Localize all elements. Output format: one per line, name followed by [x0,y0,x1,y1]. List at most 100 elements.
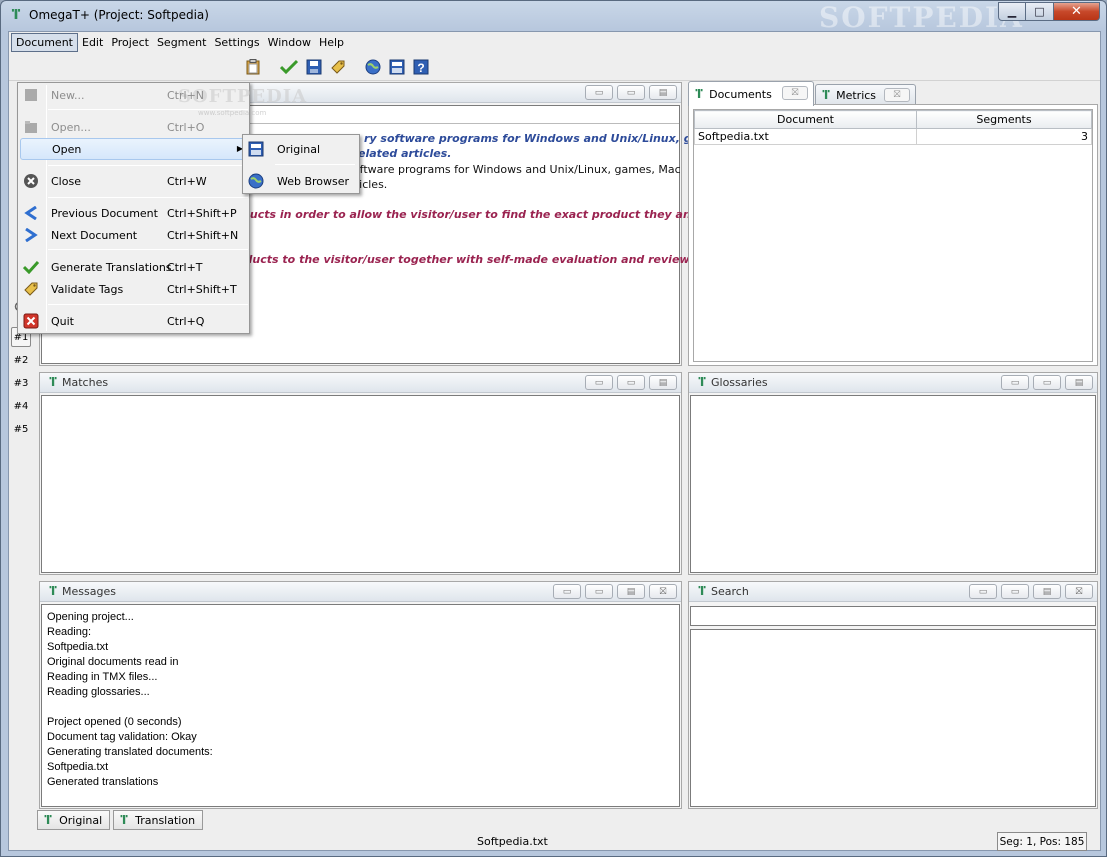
message-line: Project opened (0 seconds) [47,716,182,728]
search-close-icon[interactable]: ⛝ [1065,584,1093,599]
matches-maximize-icon[interactable]: ▤ [649,375,677,390]
submenu-item-web-browser[interactable]: Web Browser [245,168,358,194]
menu-item-validate-tags[interactable]: Validate Tags Ctrl+Shift+T [20,278,248,300]
messages-close-icon[interactable]: ⛝ [649,584,677,599]
messages-restore-icon[interactable]: ▭ [585,584,613,599]
title-bar[interactable]: ⴶ OmegaT+ (Project: Softpedia) SOFTPEDIA… [1,1,1106,34]
table-row[interactable]: Softpedia.txt 3 [694,128,1092,145]
matches-body[interactable] [41,395,680,573]
segment-marker-4[interactable]: #4 [11,396,31,416]
message-line: Softpedia.txt [47,761,109,773]
menu-help[interactable]: Help [315,34,348,51]
message-line: Opening project... [47,611,134,623]
search-maximize-icon[interactable]: ▤ [1033,584,1061,599]
tab-documents[interactable]: ⴶ Documents ⛝ [688,81,814,106]
messages-maximize-icon[interactable]: ▤ [617,584,645,599]
minimize-button[interactable]: ▁ [998,2,1026,21]
menu-item-next-document[interactable]: Next Document Ctrl+Shift+N [20,224,248,246]
omegat-tab-icon: ⴶ [822,88,831,102]
menu-bar: Document Edit Project Segment Settings W… [9,32,1100,52]
column-segments[interactable]: Segments [916,110,1092,129]
menu-segment[interactable]: Segment [153,34,211,51]
glossaries-maximize-icon[interactable]: ▤ [1065,375,1093,390]
matches-restore-icon[interactable]: ▭ [617,375,645,390]
document-cell[interactable]: Softpedia.txt [694,128,917,145]
new-icon [22,86,40,104]
editor-restore-icon[interactable]: ▭ [617,85,645,100]
search-results[interactable] [690,629,1096,807]
menu-item-previous-document[interactable]: Previous Document Ctrl+Shift+P [20,202,248,224]
web-globe-icon[interactable] [363,57,383,77]
app-window: ⴶ OmegaT+ (Project: Softpedia) SOFTPEDIA… [0,0,1107,857]
menu-edit[interactable]: Edit [78,34,107,51]
quit-icon [22,312,40,330]
metrics-tab-close-icon[interactable]: ⛝ [884,88,910,102]
message-line: Reading in TMX files... [47,671,158,683]
status-position: Seg: 1, Pos: 185 [997,832,1087,851]
editor-source-line-1[interactable]: ry software programs for Windows and Uni… [364,132,729,145]
menu-project[interactable]: Project [107,34,153,51]
menu-item-close[interactable]: Close Ctrl+W [20,170,248,192]
omegat-tab-icon: ⴶ [120,813,129,827]
close-window-button[interactable]: ✕ [1054,2,1100,21]
editor-maximize-icon[interactable]: ▤ [649,85,677,100]
save-all-icon[interactable] [387,57,407,77]
open-submenu: Original Web Browser [242,134,360,194]
tab-original[interactable]: ⴶ Original [37,810,110,830]
menu-document[interactable]: Document [11,32,78,52]
glossaries-title: Glossaries [711,376,768,389]
toolbar: ? [9,53,1100,81]
save-icon[interactable] [304,57,324,77]
segments-cell[interactable]: 3 [916,128,1092,145]
segment-marker-5[interactable]: #5 [11,419,31,439]
glossaries-minimize-icon[interactable]: ▭ [1001,375,1029,390]
tab-translation[interactable]: ⴶ Translation [113,810,203,830]
status-file-name: Softpedia.txt [477,835,548,848]
next-icon [22,226,40,244]
glossaries-body[interactable] [690,395,1096,573]
tab-metrics-label: Metrics [836,88,877,102]
editor-segment-line-4[interactable]: oducts to the visitor/user together with… [237,253,732,266]
search-pane-buttons: ▭ ▭ ▤ ⛝ [965,584,1093,599]
open-icon [22,118,40,136]
menu-item-generate-translations[interactable]: Generate Translations Ctrl+T [20,256,248,278]
menu-settings[interactable]: Settings [210,34,263,51]
menu-item-open[interactable]: Open ▶ [20,138,248,160]
paste-icon[interactable] [243,57,263,77]
search-restore-icon[interactable]: ▭ [1001,584,1029,599]
search-minimize-icon[interactable]: ▭ [969,584,997,599]
segment-marker-3[interactable]: #3 [11,373,31,393]
matches-minimize-icon[interactable]: ▭ [585,375,613,390]
menu-separator [48,304,248,305]
tag-icon [22,280,40,298]
messages-body[interactable]: Opening project... Reading: Softpedia.tx… [41,604,680,807]
message-log: Opening project... Reading: Softpedia.tx… [47,610,213,790]
messages-minimize-icon[interactable]: ▭ [553,584,581,599]
editor-minimize-icon[interactable]: ▭ [585,85,613,100]
generate-check-icon[interactable] [279,57,299,77]
column-document[interactable]: Document [694,110,917,129]
search-pane: ⴶ Search ▭ ▭ ▤ ⛝ [688,581,1098,809]
help-icon[interactable]: ? [411,57,431,77]
glossaries-pane: ⴶ Glossaries ▭ ▭ ▤ [688,372,1098,575]
menu-item-open-dialog[interactable]: Open... Ctrl+O [20,116,248,138]
editor-source-line-2[interactable]: elated articles. [358,147,451,160]
search-pane-header: ⴶ Search ▭ ▭ ▤ ⛝ [689,582,1097,602]
menu-item-quit[interactable]: Quit Ctrl+Q [20,310,248,332]
message-line: Document tag validation: Okay [47,731,197,743]
document-menu-dropdown: SOFTPEDIA www.softpedia.com New... Ctrl+… [17,82,306,334]
editor-segment-line-3[interactable]: ducts in order to allow the visitor/user… [242,208,732,221]
maximize-button[interactable]: □ [1026,2,1054,21]
submenu-item-original[interactable]: Original [245,136,358,162]
documents-tab-close-icon[interactable]: ⛝ [782,86,808,100]
validate-tag-icon[interactable] [328,57,348,77]
menu-window[interactable]: Window [264,34,315,51]
menu-item-new[interactable]: New... Ctrl+N [20,84,248,106]
tab-metrics[interactable]: ⴶ Metrics ⛝ [815,84,916,105]
glossaries-restore-icon[interactable]: ▭ [1033,375,1061,390]
matches-pane-header: ⴶ Matches ▭ ▭ ▤ [40,373,681,393]
segment-marker-2[interactable]: #2 [11,350,31,370]
search-input[interactable] [690,606,1096,626]
close-doc-icon [22,172,40,190]
tab-translation-label: Translation [135,813,196,827]
